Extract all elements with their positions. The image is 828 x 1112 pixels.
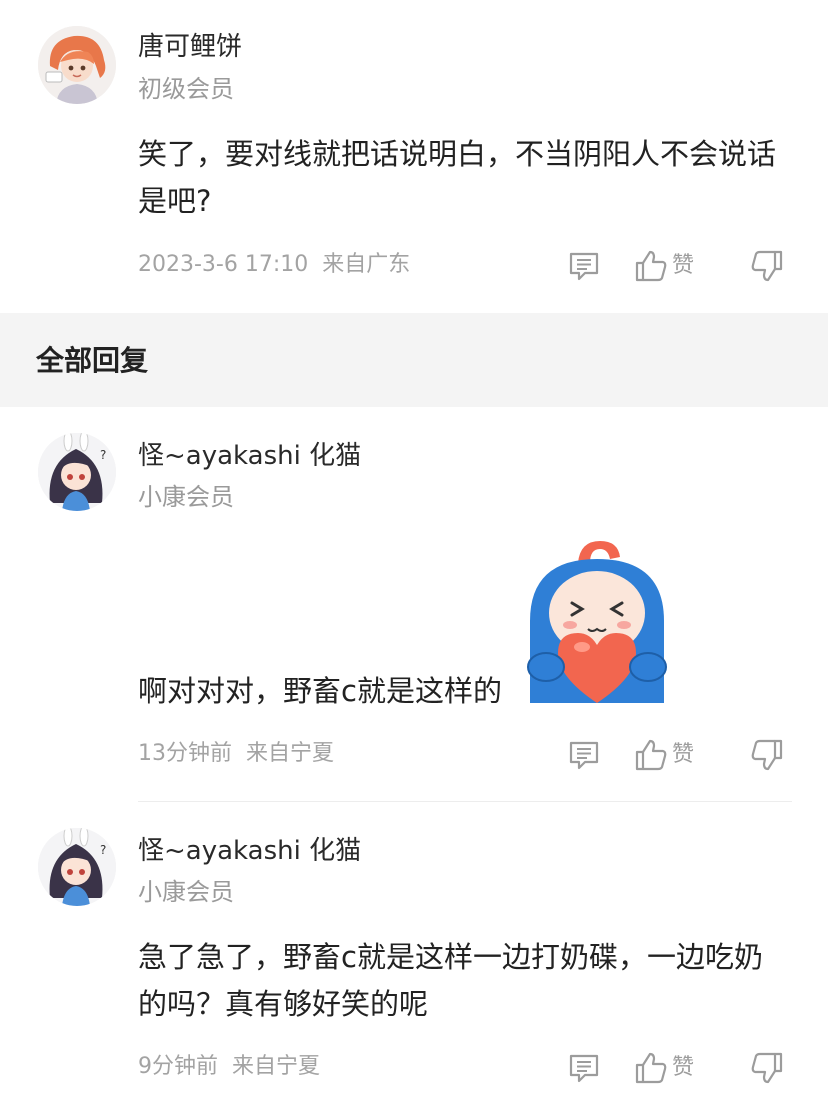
like-button[interactable]: 赞 — [634, 1051, 694, 1085]
timestamp: 2023-3-6 17:10 — [138, 252, 309, 277]
location: 来自广东 — [322, 252, 411, 277]
timestamp: 9分钟前 — [138, 1054, 218, 1079]
thumbs-up-icon — [635, 739, 667, 771]
svg-text:?: ? — [100, 448, 106, 462]
all-replies-header: 全部回复 — [0, 313, 828, 407]
like-button[interactable]: 赞 — [634, 738, 694, 772]
avatar[interactable]: ? — [38, 433, 116, 511]
main-comment: 唐可鲤饼 初级会员 笑了，要对线就把话说明白，不当阴阳人不会说话是吧? 2023… — [0, 0, 828, 313]
section-title: 全部回复 — [36, 344, 149, 377]
member-level: 初级会员 — [138, 75, 234, 103]
reply-icon — [569, 252, 599, 281]
like-button[interactable]: 赞 — [634, 249, 694, 283]
reply-icon — [569, 1054, 599, 1083]
avatar[interactable] — [38, 26, 116, 104]
thumbs-up-icon — [635, 250, 667, 282]
location: 来自宁夏 — [232, 1054, 321, 1079]
reply-item: ? 怪~ayakashi 化猫 小康会员 急了急了，野畜c就是这样一边打奶碟，一… — [0, 802, 828, 1112]
like-label: 赞 — [672, 253, 695, 278]
timestamp: 13分钟前 — [138, 741, 232, 766]
comment-meta: 2023-3-6 17:10 来自广东 — [138, 250, 410, 280]
location: 来自宁夏 — [246, 741, 335, 766]
reply-button[interactable] — [567, 1051, 601, 1085]
svg-text:?: ? — [100, 843, 106, 857]
like-label: 赞 — [672, 1055, 695, 1080]
username[interactable]: 怪~ayakashi 化猫 — [138, 439, 361, 473]
username[interactable]: 怪~ayakashi 化猫 — [138, 834, 361, 868]
comment-text: 啊对对对，野畜c就是这样的 — [138, 674, 502, 708]
username[interactable]: 唐可鲤饼 — [138, 30, 242, 64]
avatar[interactable]: ? — [38, 828, 116, 906]
reply-item: ? 怪~ayakashi 化猫 小康会员 啊对对对，野畜c就是这样的 13分钟前… — [0, 407, 828, 802]
thumbs-down-icon — [751, 739, 783, 771]
thumbs-down-icon — [751, 1052, 783, 1084]
dislike-button[interactable] — [750, 738, 784, 772]
like-label: 赞 — [672, 742, 695, 767]
comment-text: 急了急了，野畜c就是这样一边打奶碟，一边吃奶的吗？真有够好笑的呢 — [138, 940, 763, 1021]
dislike-button[interactable] — [750, 249, 784, 283]
dislike-button[interactable] — [750, 1051, 784, 1085]
heart-hug-sticker — [522, 537, 672, 703]
comment-meta: 9分钟前 来自宁夏 — [138, 1052, 320, 1082]
comment-text: 笑了，要对线就把话说明白，不当阴阳人不会说话是吧? — [138, 137, 777, 218]
reply-button[interactable] — [567, 249, 601, 283]
reply-icon — [569, 741, 599, 770]
reply-button[interactable] — [567, 738, 601, 772]
thumbs-down-icon — [751, 250, 783, 282]
member-level: 小康会员 — [138, 483, 234, 511]
comment-meta: 13分钟前 来自宁夏 — [138, 739, 334, 769]
member-level: 小康会员 — [138, 878, 234, 906]
thumbs-up-icon — [635, 1052, 667, 1084]
